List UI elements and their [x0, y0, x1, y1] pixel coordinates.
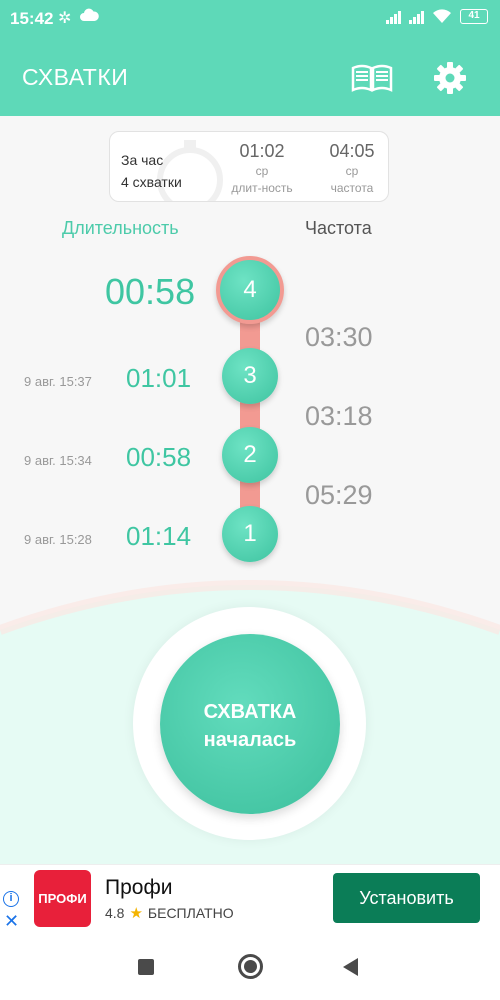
contraction-number: 1	[243, 520, 257, 547]
contraction-duration: 00:58	[126, 442, 192, 472]
contraction-duration: 01:01	[126, 363, 192, 393]
status-bar: 15:42 ✲ 41	[0, 0, 500, 38]
avg-duration-value: 01:02	[239, 141, 285, 161]
interval-value: 03:18	[305, 401, 373, 431]
install-button[interactable]: Установить	[333, 873, 480, 923]
contraction-number: 4	[243, 276, 257, 303]
status-left-icons: ✲	[58, 8, 100, 28]
frequency-column-header: Частота	[305, 218, 372, 238]
per-hour-summary: За час 4 схватки	[121, 149, 182, 193]
avg-duration-label-1: ср	[255, 164, 269, 178]
contraction-timestamp: 9 авг. 15:28	[24, 532, 92, 547]
contraction-duration: 00:58	[105, 271, 196, 312]
signal-icon-2	[409, 10, 424, 24]
contraction-circle[interactable]: 2	[222, 427, 278, 483]
avg-frequency: 04:05 ср частота	[312, 141, 388, 196]
avg-frequency-value: 04:05	[329, 141, 375, 161]
avg-duration-label-2: длит-ность	[231, 181, 293, 195]
start-button-line-1: СХВАТКА	[203, 701, 297, 723]
system-nav-bar	[0, 936, 500, 1000]
pinwheel-icon: ✲	[58, 10, 72, 27]
contraction-number: 3	[243, 362, 257, 389]
wifi-icon	[433, 9, 451, 23]
duration-column-header: Длительность	[62, 218, 179, 238]
contraction-number: 2	[243, 441, 257, 468]
back-icon[interactable]	[343, 958, 358, 976]
contraction-circle[interactable]: 3	[222, 348, 278, 404]
per-hour-label: За час	[121, 152, 164, 168]
ad-logo[interactable]: ПРОФИ	[34, 870, 91, 927]
start-button-label: СХВАТКА началась	[160, 698, 340, 754]
ad-meta: 4.8 ★ БЕСПЛАТНО	[105, 904, 234, 922]
star-icon: ★	[129, 905, 143, 922]
start-button-line-2: началась	[203, 729, 297, 751]
recents-icon[interactable]	[138, 959, 154, 975]
contraction-circle[interactable]: 1	[222, 506, 278, 562]
contraction-duration: 01:14	[126, 521, 192, 551]
avg-frequency-label-2: частота	[330, 181, 374, 195]
ad-price: БЕСПЛАТНО	[147, 905, 234, 921]
ad-title[interactable]: Профи	[105, 876, 172, 900]
per-hour-count: 4 схватки	[121, 174, 182, 190]
status-time: 15:42	[10, 9, 54, 28]
contraction-timestamp: 9 авг. 15:34	[24, 453, 92, 468]
contraction-circle[interactable]: 4	[216, 256, 284, 324]
gear-icon[interactable]	[433, 61, 467, 95]
contraction-start-button[interactable]: СХВАТКА началась	[160, 634, 340, 814]
ad-close-icon[interactable]: ✕	[4, 911, 19, 932]
status-right-icons: 41	[386, 9, 488, 24]
avg-duration: 01:02 ср длит-ность	[222, 141, 302, 196]
interval-value: 05:29	[305, 480, 373, 510]
app-title: СХВАТКИ	[22, 64, 129, 90]
home-icon[interactable]	[238, 954, 263, 979]
cloud-icon	[80, 8, 100, 21]
app-bar: СХВАТКИ	[0, 38, 500, 116]
battery-icon: 41	[460, 9, 488, 24]
interval-value: 03:30	[305, 322, 373, 352]
signal-icon	[386, 10, 401, 24]
ad-banner[interactable]: i ✕ ПРОФИ Профи 4.8 ★ БЕСПЛАТНО Установи…	[0, 864, 500, 936]
ad-rating: 4.8	[105, 905, 125, 921]
avg-frequency-label-1: ср	[345, 164, 359, 178]
ad-info-icon[interactable]: i	[3, 891, 19, 907]
book-icon[interactable]	[351, 64, 393, 92]
contraction-timestamp: 9 авг. 15:37	[24, 374, 92, 389]
summary-card: За час 4 схватки 01:02 ср длит-ность 04:…	[109, 131, 389, 202]
